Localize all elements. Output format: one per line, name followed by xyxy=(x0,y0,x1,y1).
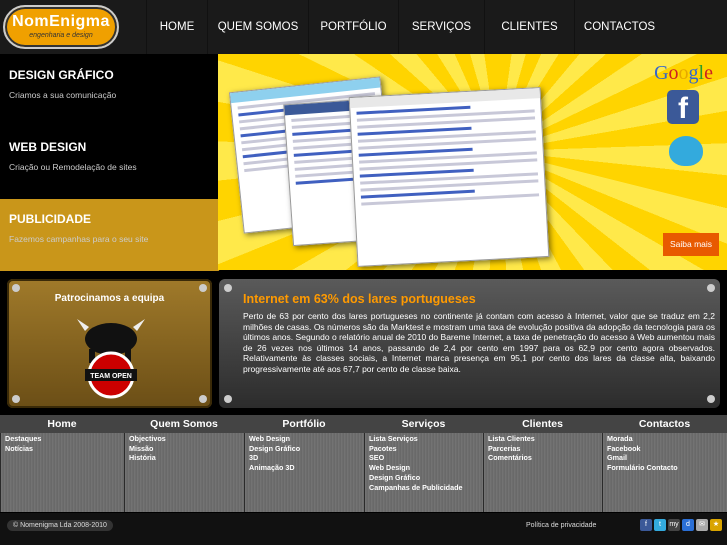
sitemap-link[interactable]: Destaques xyxy=(5,434,124,444)
sitemap-link[interactable]: Formulário Contacto xyxy=(607,463,727,473)
header: NomEnigma engenharia e design HOME QUEM … xyxy=(0,0,727,54)
news-title[interactable]: Internet em 63% dos lares portugueses xyxy=(243,292,476,306)
screw-icon xyxy=(12,395,20,403)
sitemap-column: Portfólio Web Design Design Gráfico 3D Anima… xyxy=(244,415,364,512)
logo[interactable]: NomEnigma engenharia e design xyxy=(3,5,119,49)
sitemap-heading[interactable]: Portfólio xyxy=(244,415,364,433)
privacy-link[interactable]: Política de privacidade xyxy=(526,522,596,529)
sitemap-link[interactable]: Parcerias xyxy=(488,444,602,454)
team-name: TEAM OPEN xyxy=(90,373,132,380)
sitemap-column: Contactos Morada Facebook Gmail Formulário C… xyxy=(602,415,727,512)
nav-portfolio[interactable]: PORTFÓLIO xyxy=(308,0,398,54)
sponsor-panel: Patrocinamos a equipa TEAM OPEN xyxy=(7,279,212,408)
sitemap-link[interactable]: Gmail xyxy=(607,453,727,463)
sitemap-links: Web Design Design Gráfico 3D Animação 3D xyxy=(244,433,364,512)
google-screenshot xyxy=(348,87,550,267)
sitemap-link[interactable]: Notícias xyxy=(5,444,124,454)
service-title: PUBLICIDADE xyxy=(9,212,92,226)
sitemap-link[interactable]: Animação 3D xyxy=(249,463,364,473)
service-subtitle: Criação ou Remodelação de sites xyxy=(9,162,137,172)
nav-home[interactable]: HOME xyxy=(146,0,207,54)
screw-icon xyxy=(224,284,232,292)
sitemap-link[interactable]: Design Gráfico xyxy=(369,473,483,483)
sponsor-title: Patrocinamos a equipa xyxy=(54,293,165,304)
sitemap-column: Quem Somos Objectivos Missão História xyxy=(124,415,244,512)
sitemap-link[interactable]: Lista Clientes xyxy=(488,434,602,444)
sitemap-links: Destaques Notícias xyxy=(0,433,124,512)
sitemap-links: Lista Clientes Parcerias Comentários xyxy=(483,433,602,512)
sitemap-link[interactable]: Morada xyxy=(607,434,727,444)
facebook-icon[interactable]: f xyxy=(640,519,652,531)
sitemap-link[interactable]: História xyxy=(129,453,244,463)
service-design-grafico[interactable]: DESIGN GRÁFICO Criamos a sua comunicação xyxy=(9,68,116,100)
screw-icon xyxy=(707,284,715,292)
services-menu: DESIGN GRÁFICO Criamos a sua comunicação… xyxy=(0,54,243,271)
footer-sitemap: Home Destaques Notícias Quem Somos Objectivo… xyxy=(0,415,727,512)
favorite-icon[interactable]: ★ xyxy=(710,519,722,531)
sitemap-heading[interactable]: Serviços xyxy=(364,415,483,433)
sitemap-link[interactable]: 3D xyxy=(249,453,364,463)
service-subtitle: Criamos a sua comunicação xyxy=(9,90,117,100)
sitemap-links: Morada Facebook Gmail Formulário Contacto xyxy=(602,433,727,512)
sitemap-links: Objectivos Missão História xyxy=(124,433,244,512)
service-web-design[interactable]: WEB DESIGN Criação ou Remodelação de sit… xyxy=(9,140,137,172)
footer: © Nomenigma Lda 2008-2010 Política de pr… xyxy=(0,513,727,545)
sitemap-heading[interactable]: Clientes xyxy=(483,415,602,433)
twitter-bird-icon[interactable] xyxy=(669,136,703,166)
sitemap-link[interactable]: Comentários xyxy=(488,453,602,463)
sitemap-link[interactable]: Objectivos xyxy=(129,434,244,444)
screw-icon xyxy=(224,395,232,403)
sitemap-column: Home Destaques Notícias xyxy=(0,415,124,512)
sitemap-column: Clientes Lista Clientes Parcerias Comentári… xyxy=(483,415,602,512)
nav-clientes[interactable]: CLIENTES xyxy=(484,0,574,54)
saiba-mais-button[interactable]: Saiba mais xyxy=(663,233,719,256)
nav-servicos[interactable]: SERVIÇOS xyxy=(398,0,484,54)
email-icon[interactable]: ✉ xyxy=(696,519,708,531)
sitemap-link[interactable]: SEO xyxy=(369,453,483,463)
main-nav: HOME QUEM SOMOS PORTFÓLIO SERVIÇOS CLIEN… xyxy=(146,0,664,54)
nav-contactos[interactable]: CONTACTOS xyxy=(574,0,664,54)
google-logo: Google xyxy=(654,62,713,84)
sitemap-link[interactable]: Lista Serviços xyxy=(369,434,483,444)
logo-tagline: engenharia e design xyxy=(29,32,93,39)
sitemap-heading[interactable]: Contactos xyxy=(602,415,727,433)
sitemap-column: Serviços Lista Serviços Pacotes SEO Web Desi… xyxy=(364,415,483,512)
service-title: WEB DESIGN xyxy=(9,140,87,154)
sitemap-link[interactable]: Web Design xyxy=(369,463,483,473)
news-panel: Internet em 63% dos lares portugueses Pe… xyxy=(219,279,720,408)
sitemap-link[interactable]: Campanhas de Publicidade xyxy=(369,483,483,493)
sitemap-links: Lista Serviços Pacotes SEO Web Design Design… xyxy=(364,433,483,512)
team-open-bull-logo[interactable]: TEAM OPEN xyxy=(75,309,147,401)
nav-quem-somos[interactable]: QUEM SOMOS xyxy=(207,0,308,54)
screw-icon xyxy=(707,395,715,403)
screw-icon xyxy=(12,284,20,292)
sitemap-link[interactable]: Pacotes xyxy=(369,444,483,454)
sitemap-link[interactable]: Design Gráfico xyxy=(249,444,364,454)
service-publicidade[interactable]: PUBLICIDADE Fazemos campanhas para o seu… xyxy=(9,212,148,244)
twitter-icon[interactable]: t xyxy=(654,519,666,531)
logo-name: NomEnigma xyxy=(12,13,110,30)
service-title: DESIGN GRÁFICO xyxy=(9,68,114,82)
screw-icon xyxy=(199,284,207,292)
sitemap-link[interactable]: Missão xyxy=(129,444,244,454)
facebook-icon[interactable]: f xyxy=(667,90,699,125)
sitemap-link[interactable]: Web Design xyxy=(249,434,364,444)
banner: Google f Saiba mais xyxy=(218,54,727,270)
myspace-icon[interactable]: my xyxy=(668,519,680,531)
screw-icon xyxy=(199,395,207,403)
sitemap-heading[interactable]: Home xyxy=(0,415,124,433)
copyright: © Nomenigma Lda 2008-2010 xyxy=(7,520,113,531)
social-icons: f t my d ✉ ★ xyxy=(640,519,722,531)
service-subtitle: Fazemos campanhas para o seu site xyxy=(9,234,149,244)
sitemap-link[interactable]: Facebook xyxy=(607,444,727,454)
sitemap-heading[interactable]: Quem Somos xyxy=(124,415,244,433)
delicious-icon[interactable]: d xyxy=(682,519,694,531)
news-body: Perto de 63 por cento dos lares portugue… xyxy=(243,311,715,374)
